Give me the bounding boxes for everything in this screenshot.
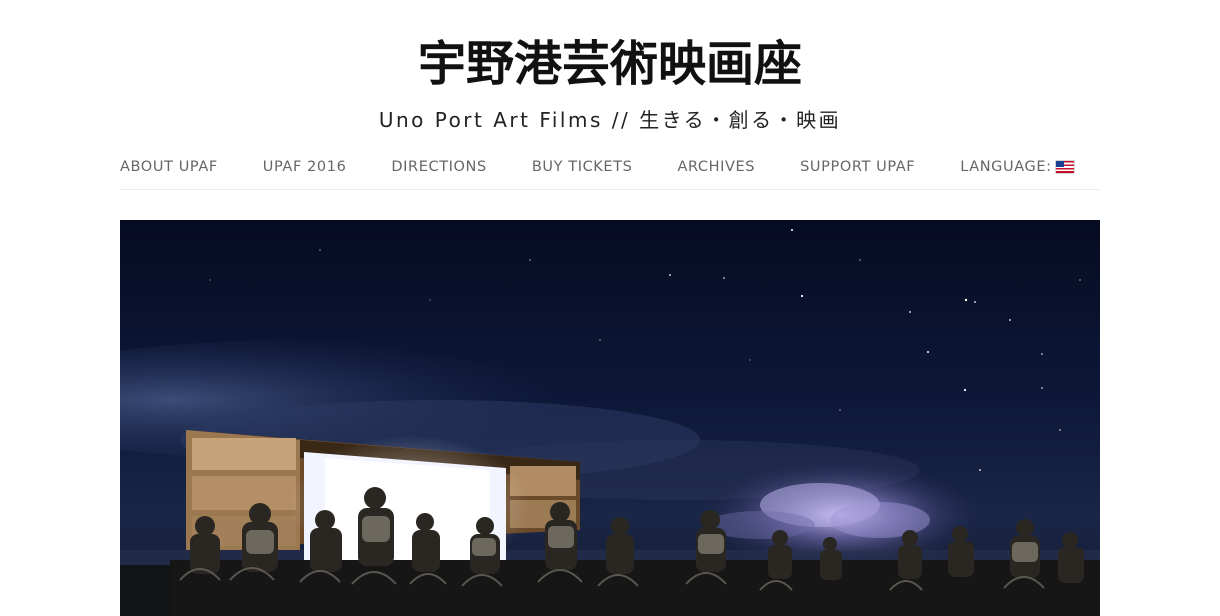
nav-item-about-upaf[interactable]: ABOUT UPAF (120, 150, 218, 183)
nav-item-label: BUY TICKETS (531, 158, 633, 175)
site-tagline: Uno Port Art Films // 生きる・創る・映画 (378, 108, 842, 132)
nav-item-archives[interactable]: ARCHIVES (677, 150, 755, 183)
main-nav: ABOUT UPAF UPAF 2016 DIRECTIONS BUY TICK… (120, 150, 1100, 190)
hero-image (120, 220, 1100, 616)
nav-item-language[interactable]: LANGUAGE: (960, 150, 1074, 183)
nav-item-label: SUPPORT UPAF (800, 158, 916, 175)
page: 宇野港芸術映画座 Uno Port Art Films // 生きる・創る・映画… (0, 0, 1220, 616)
nav-item-label: LANGUAGE: (960, 158, 1052, 175)
nav-item-directions[interactable]: DIRECTIONS (391, 150, 486, 183)
nav-item-label: ABOUT UPAF (120, 158, 218, 175)
nav-item-label: UPAF 2016 (262, 158, 347, 175)
site-title[interactable]: 宇野港芸術映画座 (0, 34, 1220, 94)
nav-item-buy-tickets[interactable]: BUY TICKETS (532, 150, 633, 183)
nav-item-support-upaf[interactable]: SUPPORT UPAF (800, 150, 915, 183)
nav-item-label: ARCHIVES (677, 158, 756, 175)
hero-photo-illustration (120, 220, 1100, 616)
nav-item-label: DIRECTIONS (391, 158, 487, 175)
nav-item-upaf-2016[interactable]: UPAF 2016 (263, 150, 347, 183)
us-flag-icon (1055, 160, 1074, 173)
